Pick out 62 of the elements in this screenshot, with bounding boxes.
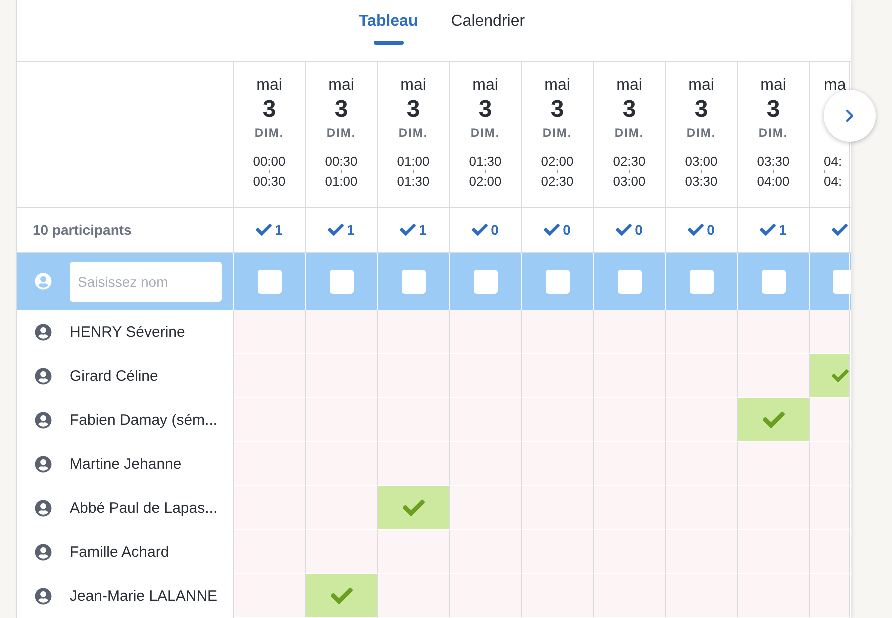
participant-name: Fabien Damay (sém...	[70, 412, 218, 428]
participant-name: Jean-Marie LALANNE	[70, 588, 218, 604]
vote-count: 0	[707, 222, 715, 238]
slot-month: mai	[760, 76, 786, 96]
slot-start-time: 04:	[824, 153, 842, 171]
vote-count: 0	[491, 222, 499, 238]
vote-count: 1	[275, 222, 283, 238]
slot-day: 3	[478, 96, 492, 124]
slot-end-time: 03:00	[613, 173, 646, 191]
slot-day: 3	[694, 96, 708, 124]
slot-day: 3	[406, 96, 420, 124]
slot-start-time: 01:00	[397, 153, 430, 171]
slot-start-time: 02:30	[613, 153, 646, 171]
slot-start-time: 00:00	[253, 153, 286, 171]
slot-month: mai	[544, 76, 570, 96]
slot-weekday: DIM.	[542, 125, 572, 142]
slot-month: mai	[400, 76, 426, 96]
slot-day: 3	[262, 96, 276, 124]
view-tab[interactable]: Calendrier	[451, 0, 526, 61]
participant-name: Famille Achard	[70, 544, 170, 560]
slot-month: mai	[616, 76, 642, 96]
slot-start-time: 03:30	[757, 153, 790, 171]
slot-end-time: 01:30	[397, 173, 430, 191]
vote-count: 1	[779, 222, 787, 238]
vote-count: 0	[635, 222, 643, 238]
slot-start-time: 00:30	[325, 153, 358, 171]
slot-weekday: DIM.	[686, 125, 716, 142]
name-input-field[interactable]: Saisissez nom	[70, 262, 222, 302]
view-tab[interactable]: Tableau	[358, 0, 418, 61]
participant-name: HENRY Séverine	[70, 324, 186, 340]
slot-start-time: 01:30	[469, 153, 502, 171]
slot-day: 3	[550, 96, 564, 124]
slot-start-time: 03:00	[685, 153, 718, 171]
vote-count: 1	[347, 222, 355, 238]
slot-start-time: 02:00	[541, 153, 574, 171]
slot-end-time: 04:	[824, 173, 842, 191]
slot-month: mai	[688, 76, 714, 96]
participant-name: Martine Jehanne	[70, 456, 182, 472]
slot-end-time: 02:00	[469, 173, 502, 191]
slot-month: mai	[472, 76, 498, 96]
slot-month: ma	[824, 76, 846, 96]
vote-count: 1	[419, 222, 427, 238]
participants-count: 10 participants	[33, 222, 132, 238]
slot-day: 3	[766, 96, 780, 124]
slot-end-time: 01:00	[325, 173, 358, 191]
slot-weekday: DIM.	[470, 125, 500, 142]
slot-weekday: DIM.	[326, 125, 356, 142]
slot-weekday: DIM.	[254, 125, 284, 142]
vote-count: 0	[563, 222, 571, 238]
slot-end-time: 03:30	[685, 173, 718, 191]
participant-name: Girard Céline	[70, 368, 158, 384]
slot-month: mai	[328, 76, 354, 96]
slot-weekday: DIM.	[398, 125, 428, 142]
slot-month: mai	[256, 76, 282, 96]
slot-day: 3	[622, 96, 636, 124]
participant-name: Abbé Paul de Lapas...	[70, 500, 218, 516]
slot-end-time: 04:00	[757, 173, 790, 191]
slot-weekday: DIM.	[758, 125, 788, 142]
slot-weekday: DIM.	[614, 125, 644, 142]
slot-day: 3	[334, 96, 348, 124]
slot-end-time: 02:30	[541, 173, 574, 191]
slot-end-time: 00:30	[253, 173, 286, 191]
